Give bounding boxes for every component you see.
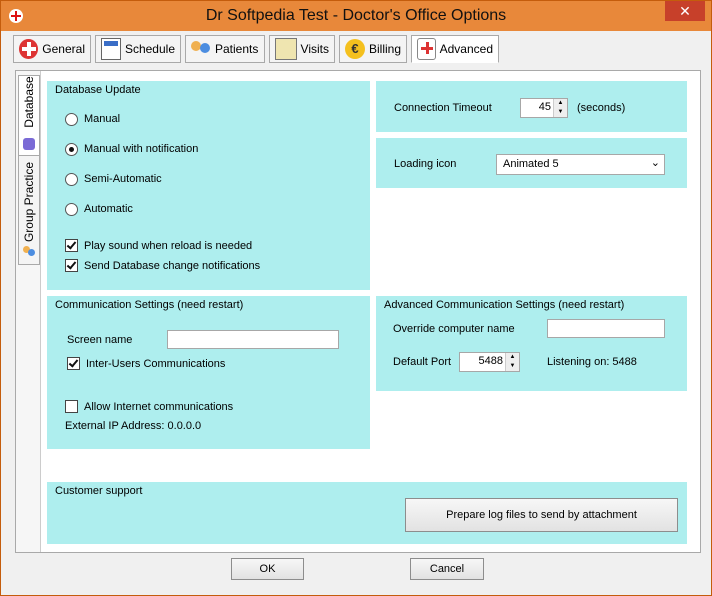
play-sound-checkbox[interactable] (65, 239, 78, 252)
allow-internet-label: Allow Internet communications (84, 401, 234, 413)
chevron-up-icon[interactable]: ▲ (554, 99, 567, 108)
radio-automatic-label: Automatic (84, 203, 133, 215)
tab-visits[interactable]: Visits (269, 35, 335, 63)
prepare-log-files-button[interactable]: Prepare log files to send by attachment (405, 498, 678, 532)
send-notifications-label: Send Database change notifications (84, 260, 261, 272)
loading-icon-select[interactable]: Animated 5 ⌄ (496, 154, 665, 175)
screen-name-label: Screen name (67, 334, 133, 346)
tab-general-label: General (42, 42, 85, 56)
chevron-down-icon[interactable]: ▼ (506, 362, 519, 371)
loading-icon-value: Animated 5 (503, 158, 559, 170)
customer-support-title: Customer support (55, 485, 143, 497)
tab-billing-label: Billing (368, 42, 401, 56)
connection-timeout-unit: (seconds) (577, 102, 626, 114)
connection-timeout-label: Connection Timeout (394, 102, 492, 114)
group-people-icon (23, 246, 35, 258)
title-bar[interactable]: Dr Softpedia Test - Doctor's Office Opti… (1, 1, 711, 31)
external-ip-text: External IP Address: 0.0.0.0 (65, 420, 202, 432)
side-tabs: Database Group Practice (16, 71, 41, 552)
ok-button[interactable]: OK (231, 558, 304, 580)
send-notifications-checkbox[interactable] (65, 259, 78, 272)
advanced-communication-panel: Advanced Communication Settings (need re… (376, 296, 687, 391)
window-title: Dr Softpedia Test - Doctor's Office Opti… (205, 7, 507, 24)
customer-support-panel: Customer support Prepare log files to se… (47, 482, 687, 544)
radio-manual[interactable] (65, 113, 78, 126)
chevron-up-icon[interactable]: ▲ (506, 353, 519, 362)
connection-timeout-value: 45 (538, 101, 551, 113)
advanced-communication-title: Advanced Communication Settings (need re… (384, 299, 625, 311)
override-computer-name-input[interactable] (547, 319, 665, 338)
database-icon (23, 138, 35, 150)
tab-content: Database Group Practice Database Update … (15, 70, 701, 553)
side-tab-database[interactable]: Database (18, 75, 40, 163)
screen-name-input[interactable] (167, 330, 339, 349)
radio-automatic[interactable] (65, 203, 78, 216)
tab-schedule[interactable]: Schedule (95, 35, 181, 63)
tab-patients[interactable]: Patients (185, 35, 265, 63)
red-cross-icon (19, 39, 39, 59)
radio-manual-notification[interactable] (65, 143, 78, 156)
side-tab-database-label: Database (22, 76, 36, 128)
chevron-down-icon: ⌄ (650, 157, 660, 169)
cancel-button[interactable]: Cancel (410, 558, 484, 580)
default-port-value: 5488 (478, 355, 503, 367)
inter-users-checkbox[interactable] (67, 357, 80, 370)
loading-icon-panel: Loading icon Animated 5 ⌄ (376, 138, 687, 188)
communication-settings-title: Communication Settings (need restart) (55, 299, 244, 311)
database-update-panel: Database Update Manual Manual with notif… (47, 81, 370, 290)
communication-settings-panel: Communication Settings (need restart) Sc… (47, 296, 370, 449)
medical-kit-icon (417, 38, 436, 60)
radio-semi-automatic-label: Semi-Automatic (84, 173, 162, 185)
side-tab-group-label: Group Practice (22, 161, 36, 243)
chevron-down-icon[interactable]: ▼ (554, 108, 567, 117)
default-port-label: Default Port (393, 356, 452, 368)
database-update-title: Database Update (55, 84, 141, 96)
side-tab-group-practice[interactable]: Group Practice (18, 155, 40, 265)
loading-icon-label: Loading icon (394, 158, 457, 170)
default-port-stepper[interactable]: 5488 ▲ ▼ (459, 352, 520, 372)
options-window: Dr Softpedia Test - Doctor's Office Opti… (0, 0, 712, 596)
override-computer-name-label: Override computer name (393, 323, 515, 335)
tab-patients-label: Patients (215, 42, 259, 56)
connection-timeout-stepper[interactable]: 45 ▲ ▼ (520, 98, 568, 118)
radio-semi-automatic[interactable] (65, 173, 78, 186)
tab-schedule-label: Schedule (124, 42, 175, 56)
calendar-clock-icon (101, 38, 121, 60)
port-spin-buttons[interactable]: ▲ ▼ (505, 353, 519, 371)
tab-general[interactable]: General (13, 35, 91, 63)
listening-on-text: Listening on: 5488 (547, 356, 637, 368)
timeout-spin-buttons[interactable]: ▲ ▼ (553, 99, 567, 117)
people-icon (191, 39, 211, 59)
radio-manual-label: Manual (84, 113, 121, 125)
tab-advanced-label: Advanced (439, 42, 493, 56)
tab-visits-label: Visits (300, 42, 329, 56)
close-button[interactable]: ✕ (665, 1, 705, 21)
tab-advanced[interactable]: Advanced (411, 35, 499, 63)
euro-coin-icon: € (345, 39, 365, 59)
inter-users-label: Inter-Users Communications (86, 358, 226, 370)
tab-billing[interactable]: € Billing (339, 35, 407, 63)
radio-manual-notification-label: Manual with notification (84, 143, 199, 155)
play-sound-label: Play sound when reload is needed (84, 240, 253, 252)
clipboard-icon (275, 38, 297, 60)
connection-timeout-panel: Connection Timeout 45 ▲ ▼ (seconds) (376, 81, 687, 132)
allow-internet-checkbox[interactable] (65, 400, 78, 413)
